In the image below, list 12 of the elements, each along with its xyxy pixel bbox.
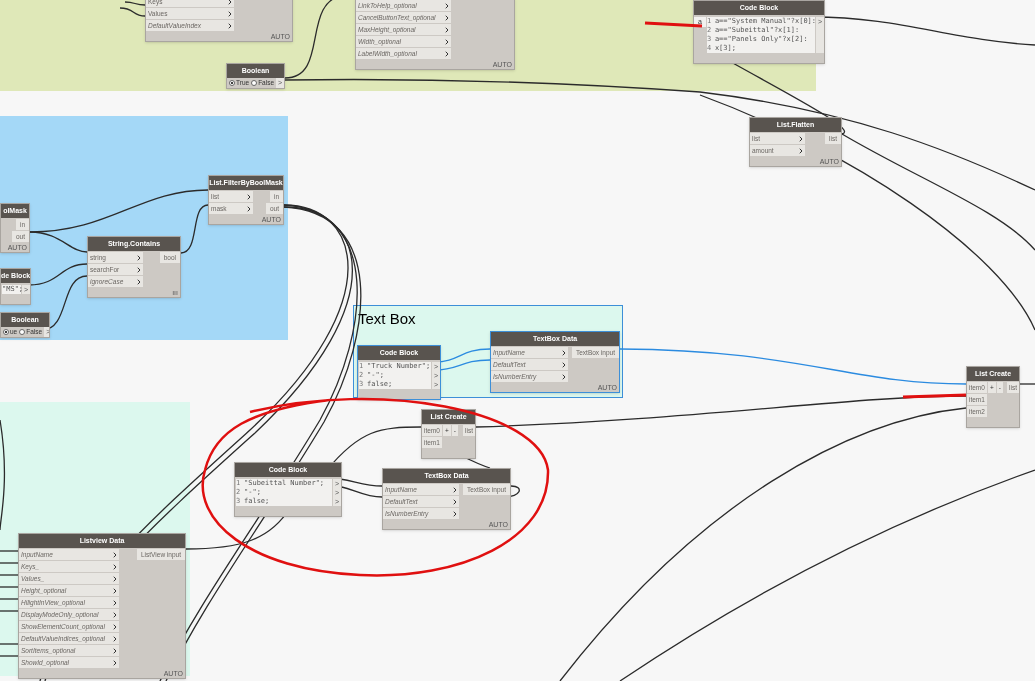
connector-wire <box>0 574 19 576</box>
connector-wire <box>0 610 19 612</box>
connector-wire <box>0 655 19 657</box>
annotation-stroke <box>644 21 703 28</box>
connector-wire <box>0 562 19 564</box>
connector-wire <box>0 586 19 588</box>
graph-node[interactable] <box>18 533 186 679</box>
annotation-stroke <box>902 393 967 399</box>
connector-wire <box>1019 383 1035 385</box>
connector-wire <box>0 550 19 552</box>
connector-wire <box>0 598 19 600</box>
connector-wire <box>0 643 19 645</box>
